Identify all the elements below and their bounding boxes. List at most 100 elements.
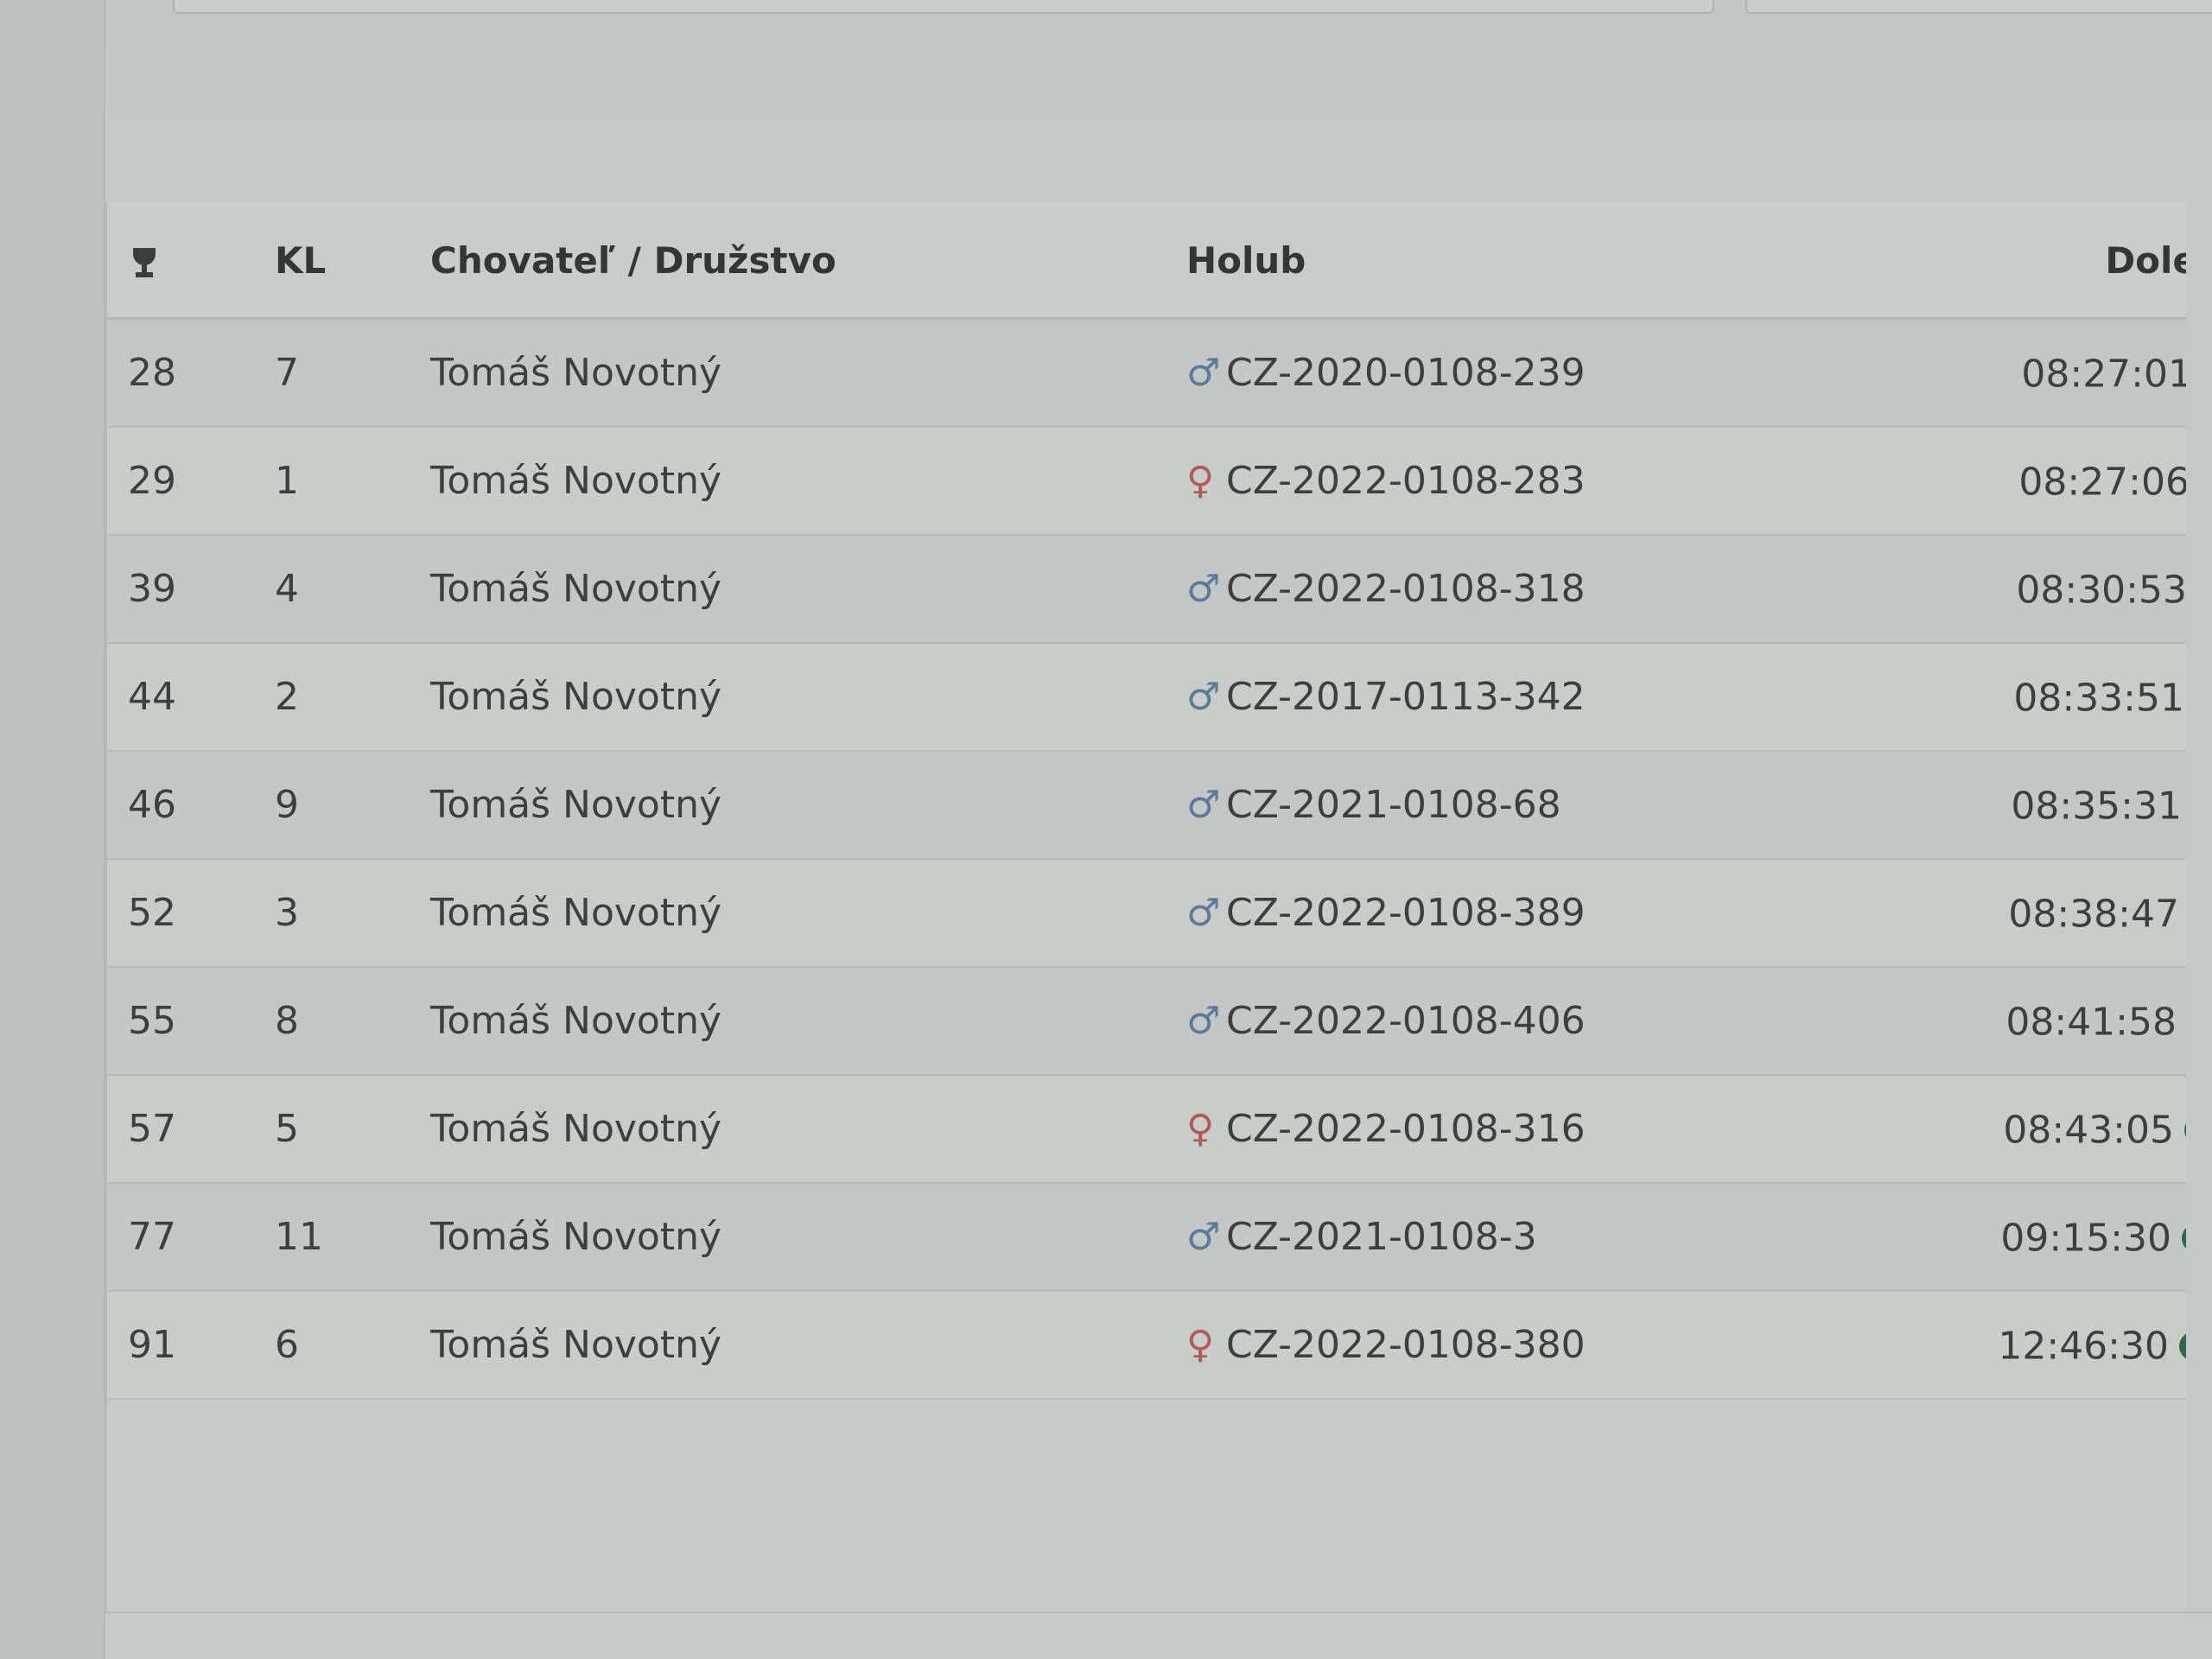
male-icon: ♂ — [1186, 999, 1221, 1043]
dolet-time: 08:27:01 — [2021, 352, 2192, 397]
pigeon-cell: ♂ CZ-2021-0108-68 — [1186, 751, 1929, 859]
breeder-cell: Tomáš Novotný — [430, 1075, 1186, 1183]
top-filter-box-secondary[interactable] — [1745, 0, 2212, 14]
dolet-time: 08:41:58 — [2005, 1000, 2177, 1045]
male-icon: ♂ — [1186, 1215, 1221, 1259]
female-icon: ♀ — [1186, 1323, 1215, 1367]
breeder-cell: Tomáš Novotný — [430, 427, 1186, 535]
male-icon: ♂ — [1186, 351, 1221, 395]
breeder-cell: Tomáš Novotný — [430, 318, 1186, 427]
dolet-time: 09:15:30 — [2000, 1216, 2171, 1261]
dolet-cell: 08:35:31 — [1929, 751, 2212, 859]
rank-cell: 52 — [107, 859, 275, 967]
ring-number[interactable]: CZ-2022-0108-316 — [1226, 1107, 1586, 1151]
right-edge — [2186, 203, 2212, 1611]
male-icon: ♂ — [1186, 675, 1221, 719]
dolet-cell: 08:43:05 — [1929, 1075, 2212, 1183]
male-icon: ♂ — [1186, 891, 1221, 935]
dolet-time: 12:46:30 — [1998, 1324, 2169, 1369]
trophy-icon — [128, 246, 161, 279]
pigeon-cell: ♂ CZ-2017-0113-342 — [1186, 643, 1929, 751]
ring-number[interactable]: CZ-2022-0108-283 — [1226, 459, 1586, 503]
kl-cell: 1 — [275, 427, 430, 535]
pigeon-cell: ♀ CZ-2022-0108-316 — [1186, 1075, 1929, 1183]
header-pigeon[interactable]: Holub — [1186, 203, 1929, 320]
header-dolet[interactable]: Dolet — [1929, 203, 2212, 320]
ring-number[interactable]: CZ-2022-0108-318 — [1226, 567, 1586, 611]
breeder-cell: Tomáš Novotný — [430, 1291, 1186, 1399]
rank-cell: 77 — [107, 1183, 275, 1291]
table-row[interactable]: 28 7 Tomáš Novotný ♂ CZ-2020-0108-239 08:27:0… — [107, 318, 2212, 427]
rank-cell: 57 — [107, 1075, 275, 1183]
table-row[interactable]: 52 3 Tomáš Novotný ♂ CZ-2022-0108-389 08:38:4… — [107, 859, 2212, 967]
rank-cell: 46 — [107, 751, 275, 859]
dolet-cell: 09:15:30 — [1929, 1183, 2212, 1291]
breeder-cell: Tomáš Novotný — [430, 967, 1186, 1075]
ring-number[interactable]: CZ-2021-0108-68 — [1226, 783, 1561, 827]
kl-cell: 11 — [275, 1183, 430, 1291]
table-row[interactable]: 91 6 Tomáš Novotný ♀ CZ-2022-0108-380 12:46:3… — [107, 1291, 2212, 1399]
female-icon: ♀ — [1186, 1107, 1215, 1151]
ring-number[interactable]: CZ-2017-0113-342 — [1226, 675, 1586, 719]
table-row[interactable]: 55 8 Tomáš Novotný ♂ CZ-2022-0108-406 08:41:5… — [107, 967, 2212, 1075]
left-margin — [0, 0, 105, 1659]
header-kl[interactable]: KL — [275, 203, 430, 320]
breeder-cell: Tomáš Novotný — [430, 859, 1186, 967]
top-filter-box[interactable] — [173, 0, 1714, 14]
breeder-cell: Tomáš Novotný — [430, 1183, 1186, 1291]
ring-number[interactable]: CZ-2022-0108-389 — [1226, 891, 1586, 935]
breeder-cell: Tomáš Novotný — [430, 751, 1186, 859]
kl-cell: 5 — [275, 1075, 430, 1183]
kl-cell: 4 — [275, 535, 430, 643]
dolet-cell: 08:33:51 — [1929, 643, 2212, 751]
male-icon: ♂ — [1186, 567, 1221, 611]
dolet-time: 08:33:51 — [2013, 676, 2184, 721]
screen: KL Chovateľ / Družstvo Holub Dolet 28 7 To… — [0, 0, 2212, 1659]
header-row: KL Chovateľ / Družstvo Holub Dolet — [107, 203, 2212, 320]
ring-number[interactable]: CZ-2022-0108-380 — [1226, 1323, 1586, 1367]
table-body: 28 7 Tomáš Novotný ♂ CZ-2020-0108-239 08:27:0… — [107, 318, 2212, 1399]
dolet-time: 08:35:31 — [2011, 784, 2182, 829]
pigeon-cell: ♂ CZ-2021-0108-3 — [1186, 1183, 1929, 1291]
pigeon-cell: ♂ CZ-2022-0108-389 — [1186, 859, 1929, 967]
results-table: KL Chovateľ / Družstvo Holub Dolet 28 7 To… — [107, 203, 2212, 1400]
kl-cell: 8 — [275, 967, 430, 1075]
pigeon-cell: ♂ CZ-2022-0108-406 — [1186, 967, 1929, 1075]
results-panel: KL Chovateľ / Družstvo Holub Dolet 28 7 To… — [105, 203, 2212, 1613]
dolet-cell: 12:46:30 — [1929, 1291, 2212, 1399]
table-header: KL Chovateľ / Družstvo Holub Dolet — [107, 203, 2212, 320]
header-rank[interactable] — [107, 203, 275, 320]
ring-number[interactable]: CZ-2020-0108-239 — [1226, 351, 1586, 395]
dolet-cell: 08:27:06 — [1929, 427, 2212, 535]
rank-cell: 91 — [107, 1291, 275, 1399]
dolet-time: 08:38:47 — [2008, 892, 2179, 937]
table-row[interactable]: 46 9 Tomáš Novotný ♂ CZ-2021-0108-68 08:35:31 — [107, 751, 2212, 859]
dolet-time: 08:30:53 — [2016, 568, 2187, 613]
breeder-cell: Tomáš Novotný — [430, 535, 1186, 643]
female-icon: ♀ — [1186, 459, 1215, 503]
dolet-cell: 08:30:53 — [1929, 535, 2212, 643]
breeder-cell: Tomáš Novotný — [430, 643, 1186, 751]
rank-cell: 44 — [107, 643, 275, 751]
pigeon-cell: ♂ CZ-2022-0108-318 — [1186, 535, 1929, 643]
dolet-cell: 08:38:47 — [1929, 859, 2212, 967]
dolet-cell: 08:41:58 — [1929, 967, 2212, 1075]
dolet-time: 08:27:06 — [2018, 460, 2190, 505]
ring-number[interactable]: CZ-2022-0108-406 — [1226, 999, 1586, 1043]
rank-cell: 39 — [107, 535, 275, 643]
rank-cell: 28 — [107, 318, 275, 427]
kl-cell: 7 — [275, 318, 430, 427]
kl-cell: 6 — [275, 1291, 430, 1399]
pigeon-cell: ♂ CZ-2020-0108-239 — [1186, 318, 1929, 427]
pigeon-cell: ♀ CZ-2022-0108-283 — [1186, 427, 1929, 535]
table-row[interactable]: 77 11 Tomáš Novotný ♂ CZ-2021-0108-3 09:15:30 — [107, 1183, 2212, 1291]
table-row[interactable]: 57 5 Tomáš Novotný ♀ CZ-2022-0108-316 08:43:0… — [107, 1075, 2212, 1183]
male-icon: ♂ — [1186, 783, 1221, 827]
ring-number[interactable]: CZ-2021-0108-3 — [1226, 1215, 1537, 1259]
dolet-time: 08:43:05 — [2003, 1108, 2174, 1153]
table-row[interactable]: 29 1 Tomáš Novotný ♀ CZ-2022-0108-283 08:27:0… — [107, 427, 2212, 535]
table-row[interactable]: 44 2 Tomáš Novotný ♂ CZ-2017-0113-342 08:33:5… — [107, 643, 2212, 751]
kl-cell: 9 — [275, 751, 430, 859]
header-breeder[interactable]: Chovateľ / Družstvo — [430, 203, 1186, 320]
table-row[interactable]: 39 4 Tomáš Novotný ♂ CZ-2022-0108-318 08:30:5… — [107, 535, 2212, 643]
